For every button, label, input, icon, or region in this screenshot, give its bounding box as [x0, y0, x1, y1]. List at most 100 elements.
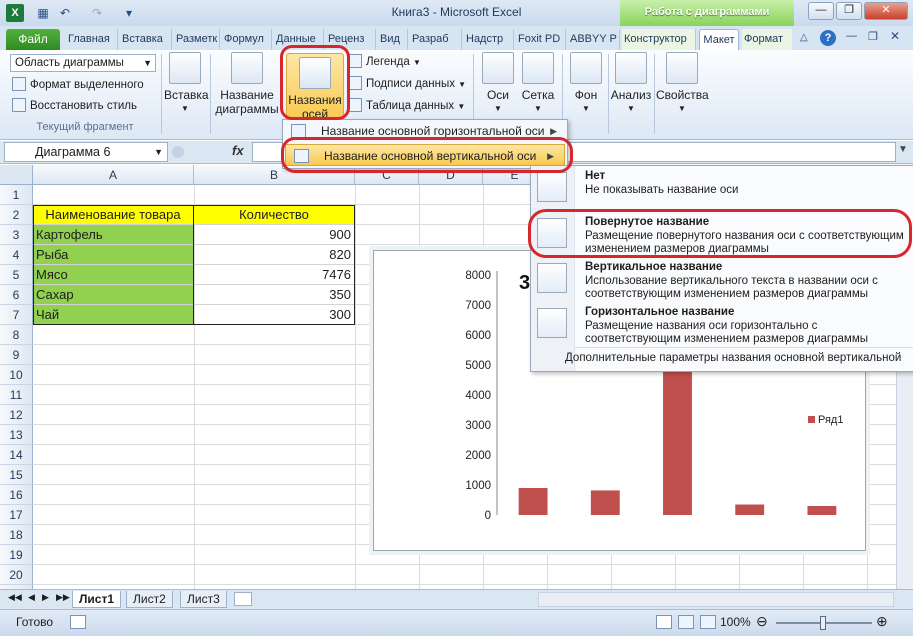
- chart-title-button[interactable]: Название диаграммы: [214, 52, 280, 122]
- item-name-cell[interactable]: Чай: [33, 305, 194, 325]
- menu-item-horizontal-axis-title[interactable]: Название основной горизонтальной оси ▶: [283, 120, 567, 142]
- option-none[interactable]: Нет Не показывать название оси: [531, 166, 913, 210]
- tab-abbyy[interactable]: ABBYY P: [568, 29, 620, 50]
- row-header[interactable]: 16: [0, 485, 33, 505]
- tab-data[interactable]: Данные: [274, 29, 324, 50]
- sheet-tab-3[interactable]: Лист3: [180, 591, 227, 608]
- zoom-in-icon[interactable]: ⊕: [876, 613, 888, 630]
- row-header[interactable]: 4: [0, 245, 33, 265]
- axis-titles-button[interactable]: Названия осей: [286, 53, 344, 121]
- properties-button[interactable]: Свойства ▼: [656, 52, 709, 122]
- sheet-tab-2[interactable]: Лист2: [126, 591, 173, 608]
- row-header[interactable]: 3: [0, 225, 33, 245]
- sheet-nav-first-icon[interactable]: ◀◀: [8, 592, 22, 603]
- ribbon-minimize-icon[interactable]: △: [800, 32, 808, 43]
- row-header[interactable]: 11: [0, 385, 33, 405]
- insert-sheet-icon[interactable]: [234, 592, 252, 606]
- row-header[interactable]: 19: [0, 545, 33, 565]
- gridlines-button[interactable]: Сетка ▼: [518, 52, 558, 122]
- tab-review[interactable]: Реценз: [326, 29, 376, 50]
- sheet-nav-next-icon[interactable]: ▶: [42, 592, 49, 603]
- data-table-button[interactable]: Таблица данных ▼: [348, 97, 465, 116]
- sheet-nav-prev-icon[interactable]: ◀: [28, 592, 35, 603]
- row-header[interactable]: 1: [0, 185, 33, 205]
- tab-format[interactable]: Формат: [742, 29, 792, 50]
- item-qty-cell[interactable]: 820: [194, 245, 355, 265]
- reset-style-button[interactable]: Восстановить стиль: [12, 97, 137, 116]
- row-header[interactable]: 20: [0, 565, 33, 585]
- help-icon[interactable]: ?: [820, 30, 836, 46]
- tab-addins[interactable]: Надстр: [464, 29, 514, 50]
- item-qty-cell[interactable]: 300: [194, 305, 355, 325]
- item-qty-cell[interactable]: 350: [194, 285, 355, 305]
- item-qty-cell[interactable]: 7476: [194, 265, 355, 285]
- select-all-corner[interactable]: [0, 165, 33, 185]
- minimize-button[interactable]: —: [808, 2, 834, 20]
- insert-button[interactable]: Вставка ▼: [164, 52, 209, 122]
- row-header[interactable]: 14: [0, 445, 33, 465]
- formula-bar-handle-icon[interactable]: [172, 146, 184, 158]
- tab-foxit[interactable]: Foxit PD: [516, 29, 566, 50]
- row-header[interactable]: 15: [0, 465, 33, 485]
- zoom-level[interactable]: 100%: [720, 615, 751, 629]
- sheet-tab-1[interactable]: Лист1: [72, 591, 122, 608]
- axes-button[interactable]: Оси ▼: [478, 52, 518, 122]
- header-cell-name[interactable]: Наименование товара: [33, 205, 194, 225]
- name-box[interactable]: Диаграмма 6 ▼: [4, 142, 168, 162]
- tab-layout[interactable]: Макет: [699, 29, 739, 50]
- close-button[interactable]: ✕: [864, 2, 908, 20]
- doc-close-icon[interactable]: ✕: [890, 29, 900, 43]
- sheet-nav-last-icon[interactable]: ▶▶: [56, 592, 70, 603]
- expand-formula-icon[interactable]: ▼: [898, 144, 908, 155]
- more-options-item[interactable]: Дополнительные параметры названия основн…: [565, 352, 913, 364]
- data-labels-button[interactable]: Подписи данных ▼: [348, 75, 466, 94]
- tab-file[interactable]: Файл: [6, 29, 60, 50]
- menu-item-vertical-axis-title[interactable]: Название основной вертикальной оси ▶: [285, 144, 565, 166]
- page-break-view-icon[interactable]: [700, 615, 716, 629]
- horizontal-title-icon: [537, 308, 567, 338]
- column-header-a[interactable]: A: [33, 165, 194, 185]
- header-cell-qty[interactable]: Количество: [194, 205, 355, 225]
- tab-insert[interactable]: Вставка: [120, 29, 172, 50]
- option-horizontal-title[interactable]: Горизонтальное название Размещение назва…: [531, 302, 913, 346]
- row-header[interactable]: 7: [0, 305, 33, 325]
- row-header[interactable]: 13: [0, 425, 33, 445]
- row-header[interactable]: 9: [0, 345, 33, 365]
- row-header[interactable]: 12: [0, 405, 33, 425]
- legend-button[interactable]: Легенда ▼: [348, 53, 421, 72]
- insert-function-icon[interactable]: fx: [232, 143, 244, 158]
- row-header[interactable]: 10: [0, 365, 33, 385]
- restore-button[interactable]: ❐: [836, 2, 862, 20]
- option-rotated-title[interactable]: Повернутое название Размещение повернуто…: [531, 212, 913, 256]
- analysis-button[interactable]: Анализ ▼: [610, 52, 652, 122]
- normal-view-icon[interactable]: [656, 615, 672, 629]
- row-header[interactable]: 2: [0, 205, 33, 225]
- row-header[interactable]: 8: [0, 325, 33, 345]
- row-header[interactable]: 5: [0, 265, 33, 285]
- format-selection-button[interactable]: Формат выделенного: [12, 76, 144, 95]
- tab-home[interactable]: Главная: [66, 29, 118, 50]
- page-layout-view-icon[interactable]: [678, 615, 694, 629]
- zoom-slider-thumb[interactable]: [820, 616, 826, 630]
- doc-restore-icon[interactable]: ❐: [868, 30, 878, 43]
- row-header[interactable]: 17: [0, 505, 33, 525]
- horizontal-scrollbar[interactable]: [538, 592, 894, 607]
- background-button[interactable]: Фон ▼: [566, 52, 606, 122]
- tab-design[interactable]: Конструктор: [622, 29, 696, 50]
- tab-formulas[interactable]: Формул: [222, 29, 272, 50]
- zoom-out-icon[interactable]: ⊖: [756, 613, 768, 630]
- tab-view[interactable]: Вид: [378, 29, 408, 50]
- doc-minimize-icon[interactable]: —: [846, 30, 857, 42]
- item-name-cell[interactable]: Картофель: [33, 225, 194, 245]
- item-qty-cell[interactable]: 900: [194, 225, 355, 245]
- item-name-cell[interactable]: Сахар: [33, 285, 194, 305]
- tab-developer[interactable]: Разраб: [410, 29, 462, 50]
- row-header[interactable]: 18: [0, 525, 33, 545]
- tab-page-layout[interactable]: Разметк: [174, 29, 220, 50]
- item-name-cell[interactable]: Мясо: [33, 265, 194, 285]
- item-name-cell[interactable]: Рыба: [33, 245, 194, 265]
- chart-element-select[interactable]: Область диаграммы ▼: [10, 54, 156, 72]
- macro-record-icon[interactable]: [70, 615, 86, 629]
- option-vertical-title[interactable]: Вертикальное название Использование верт…: [531, 257, 913, 301]
- row-header[interactable]: 6: [0, 285, 33, 305]
